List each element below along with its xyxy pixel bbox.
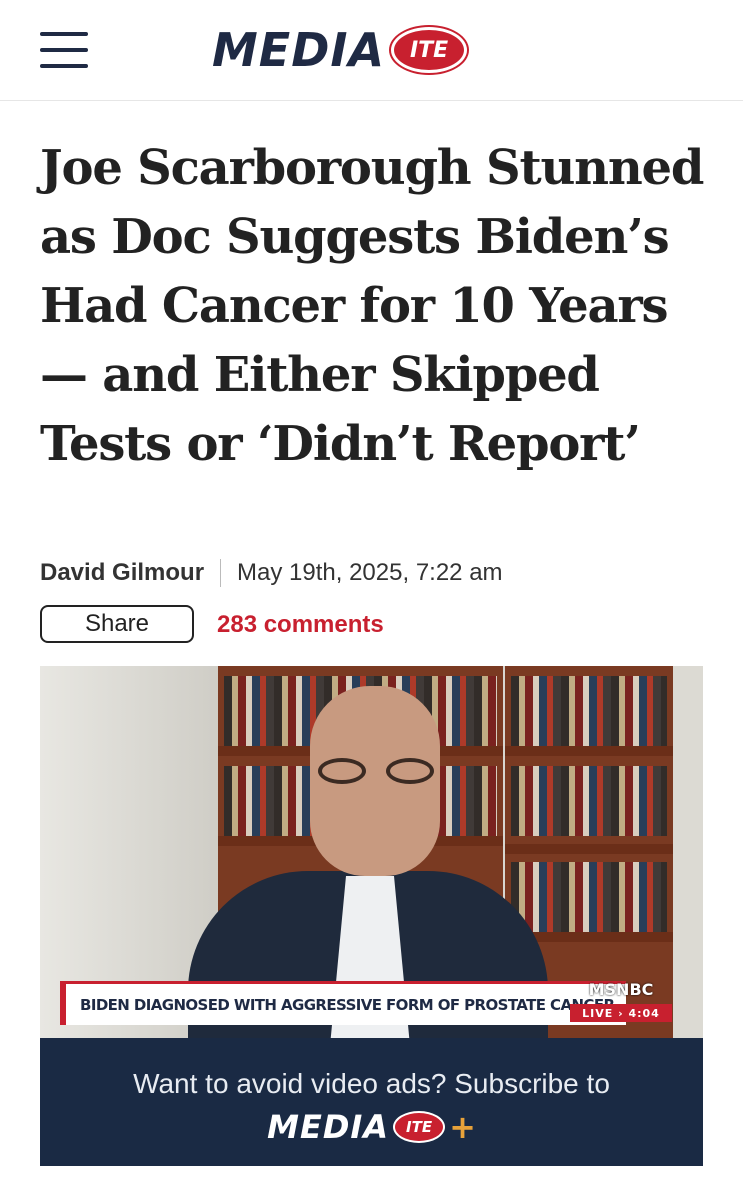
chyron-text: BIDEN DIAGNOSED WITH AGGRESSIVE FORM OF … (80, 995, 615, 1014)
network-logo: MSNBC (588, 980, 654, 999)
logo-wordmark: MEDIA (212, 23, 386, 77)
subscribe-promo[interactable]: Want to avoid video ads? Subscribe to ME… (40, 1038, 703, 1166)
video-frame[interactable]: BIDEN DIAGNOSED WITH AGGRESSIVE FORM OF … (40, 666, 703, 1071)
glasses-icon (318, 758, 434, 784)
promo-logo-badge: ITE (393, 1111, 446, 1143)
live-badge: LIVE › 4:04 (570, 1004, 672, 1022)
news-chyron: BIDEN DIAGNOSED WITH AGGRESSIVE FORM OF … (60, 981, 626, 1025)
promo-text: Want to avoid video ads? Subscribe to (133, 1068, 610, 1099)
shelf-board (505, 844, 673, 854)
shelf-board (505, 746, 673, 756)
plus-icon: + (449, 1108, 476, 1146)
site-logo[interactable]: MEDIA ITE (212, 23, 468, 77)
books (511, 676, 667, 746)
video-player[interactable]: BIDEN DIAGNOSED WITH AGGRESSIVE FORM OF … (40, 666, 703, 1166)
share-button[interactable]: Share (40, 605, 194, 643)
menu-icon[interactable] (40, 30, 88, 70)
mediaite-plus-logo[interactable]: MEDIA ITE + (40, 1108, 703, 1146)
menu-icon-bar (40, 64, 88, 68)
books (511, 862, 667, 932)
byline: David Gilmour May 19th, 2025, 7:22 am (40, 558, 503, 588)
menu-icon-bar (40, 32, 88, 36)
article-headline: Joe Scarborough Stunned as Doc Suggests … (40, 140, 704, 472)
books (511, 766, 667, 836)
site-header: MEDIA ITE (0, 0, 743, 101)
video-wall (673, 666, 703, 1038)
network-bug: MSNBC LIVE › 4:04 (566, 978, 676, 1026)
menu-icon-bar (40, 48, 88, 52)
comments-link[interactable]: 283 comments (217, 611, 384, 639)
promo-logo-wordmark: MEDIA (267, 1108, 390, 1146)
author-link[interactable]: David Gilmour (40, 559, 204, 587)
publish-date: May 19th, 2025, 7:22 am (237, 559, 503, 586)
byline-divider (220, 559, 222, 587)
logo-badge: ITE (391, 27, 468, 73)
